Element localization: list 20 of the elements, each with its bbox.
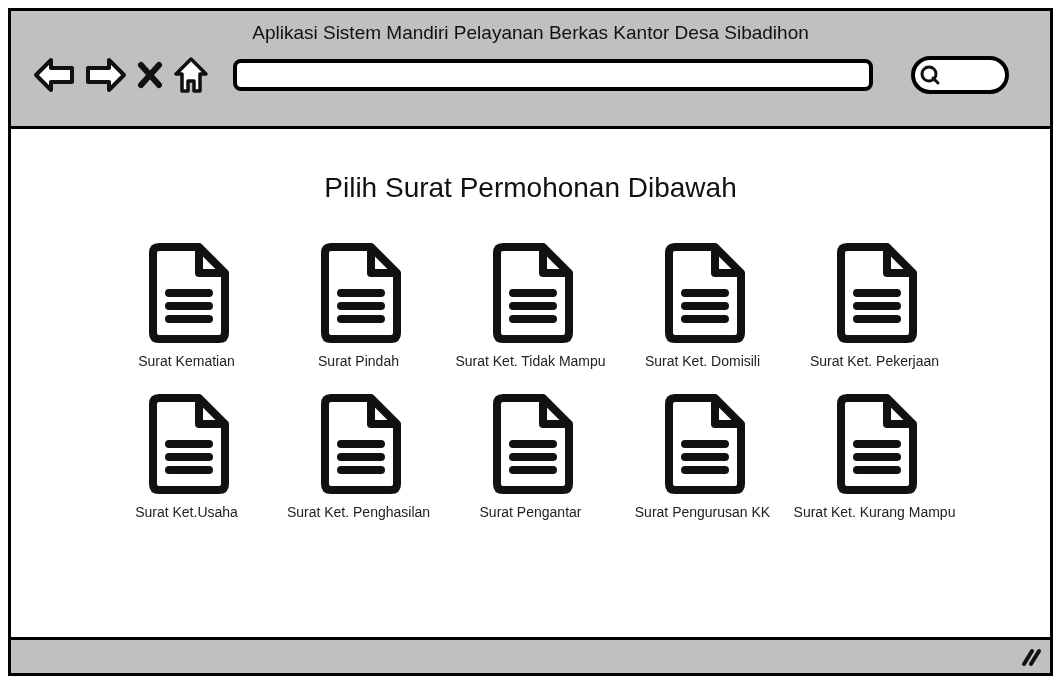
page-heading: Pilih Surat Permohonan Dibawah: [324, 171, 737, 205]
resize-grip-icon[interactable]: [1020, 646, 1042, 667]
address-field[interactable]: [233, 58, 873, 91]
document-label[interactable]: Surat Pindah: [318, 351, 399, 372]
document-label[interactable]: Surat Ket.Usaha: [135, 502, 238, 523]
close-icon[interactable]: [137, 60, 163, 89]
forward-arrow-icon[interactable]: [85, 56, 127, 93]
document-label[interactable]: Surat Pengantar: [479, 502, 582, 523]
document-label[interactable]: Surat Ket. Domisili: [644, 351, 761, 372]
document-label[interactable]: Surat Ket. Pekerjaan: [809, 351, 940, 372]
window-title: Aplikasi Sistem Mandiri Pelayanan Berkas Kantor Desa Sibadihon: [252, 21, 809, 45]
document-label[interactable]: Surat Kematian: [138, 351, 235, 372]
search-field[interactable]: [911, 55, 1009, 94]
back-arrow-icon[interactable]: [33, 56, 75, 93]
home-icon[interactable]: [173, 55, 209, 94]
document-label[interactable]: Surat Ket. Kurang Mampu: [793, 502, 956, 523]
document-label[interactable]: Surat Ket. Tidak Mampu: [455, 351, 606, 372]
document-label[interactable]: Surat Ket. Penghasilan: [286, 502, 431, 523]
document-label[interactable]: Surat Pengurusan KK: [634, 502, 771, 523]
search-icon: [919, 63, 941, 86]
